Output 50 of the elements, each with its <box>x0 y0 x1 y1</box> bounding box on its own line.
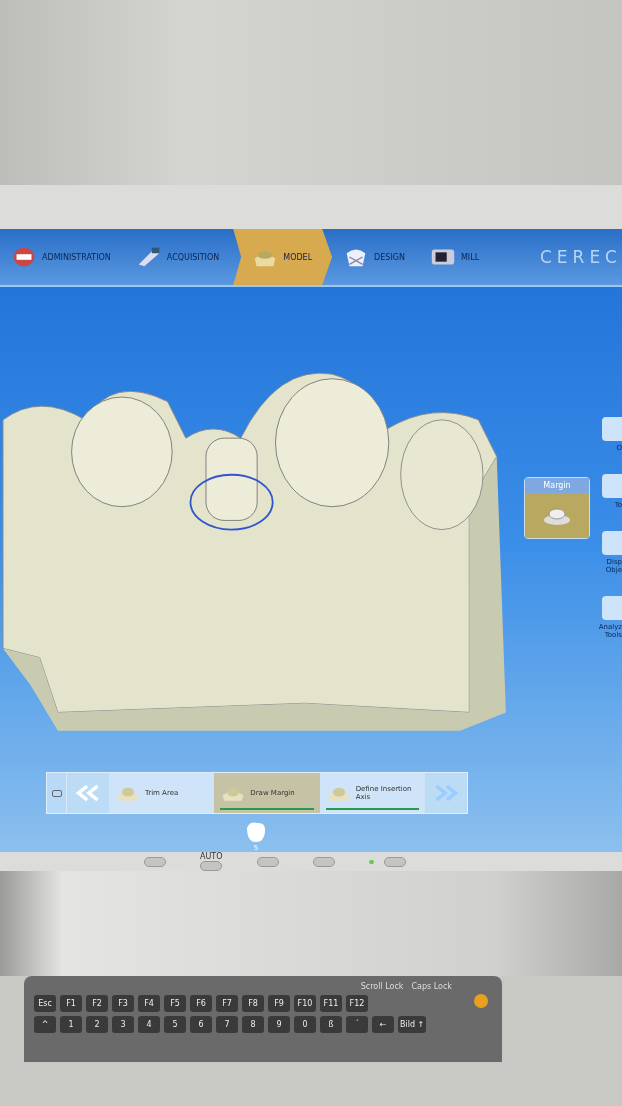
tooth-icon <box>244 820 268 844</box>
monitor-button[interactable] <box>144 856 166 867</box>
keyboard-key[interactable]: 8 <box>242 1016 264 1033</box>
brand-logo-text: CEREC <box>539 247 622 267</box>
tooth-stump-icon <box>542 505 572 526</box>
keyboard-key[interactable]: F8 <box>242 995 264 1012</box>
keyboard-key[interactable]: 6 <box>190 1016 212 1033</box>
workflow-tab[interactable]: ACQUISITION <box>124 229 234 285</box>
keyboard-key[interactable]: F7 <box>216 995 238 1012</box>
keyboard-key[interactable]: F11 <box>320 995 342 1012</box>
collapse-button[interactable] <box>47 773 67 813</box>
workflow-tab[interactable]: ADMINISTRATION <box>0 229 125 285</box>
keyboard-key[interactable]: 0 <box>294 1016 316 1033</box>
keyboard-key[interactable]: Bild ↑ <box>398 1016 427 1033</box>
keyboard-key[interactable]: F9 <box>268 995 290 1012</box>
keyboard-key[interactable]: 4 <box>138 1016 160 1033</box>
keyboard-key[interactable]: 9 <box>268 1016 290 1033</box>
keyboard-key[interactable]: 3 <box>112 1016 134 1033</box>
keyboard-key[interactable]: F12 <box>346 995 368 1012</box>
keyboard-key[interactable]: F4 <box>138 995 160 1012</box>
keyboard-key[interactable]: 2 <box>86 1016 108 1033</box>
double-chevron-left-icon <box>75 784 101 802</box>
auto-label: AUTO <box>200 852 223 861</box>
keyboard-key[interactable]: ← <box>372 1016 394 1033</box>
workflow-tab[interactable]: MODEL <box>233 229 333 285</box>
keyboard-key[interactable]: 5 <box>164 1016 186 1033</box>
power-led <box>368 859 374 864</box>
keyboard-key[interactable]: 1 <box>60 1016 82 1033</box>
keyboard-key[interactable]: F1 <box>60 995 82 1012</box>
workflow-tab[interactable]: DESIGN <box>332 229 419 285</box>
keyboard-key[interactable]: F6 <box>190 995 212 1012</box>
keyboard-key[interactable]: F2 <box>86 995 108 1012</box>
power-button[interactable] <box>383 856 406 867</box>
keyboard-key[interactable]: Esc <box>34 995 56 1012</box>
double-chevron-right-icon <box>433 784 459 802</box>
next-button[interactable] <box>425 773 467 813</box>
power-key[interactable] <box>474 994 488 1008</box>
popup-title: Margin <box>525 478 589 493</box>
indicator-label: Caps Lock <box>411 982 452 991</box>
keyboard-key[interactable]: F5 <box>164 995 186 1012</box>
monitor-button[interactable] <box>312 856 335 867</box>
keyboard-key[interactable]: ß <box>320 1016 342 1033</box>
monitor-button[interactable] <box>256 856 279 867</box>
workflow-tab[interactable]: MILL <box>418 229 494 285</box>
keyboard-key[interactable]: 7 <box>216 1016 238 1033</box>
keyboard-key[interactable]: ^ <box>34 1016 56 1033</box>
keyboard-key[interactable]: F10 <box>294 995 316 1012</box>
keyboard-key[interactable]: ´ <box>346 1016 368 1033</box>
keyboard-key[interactable]: F3 <box>112 995 134 1012</box>
indicator-label: Scroll Lock <box>360 982 404 991</box>
